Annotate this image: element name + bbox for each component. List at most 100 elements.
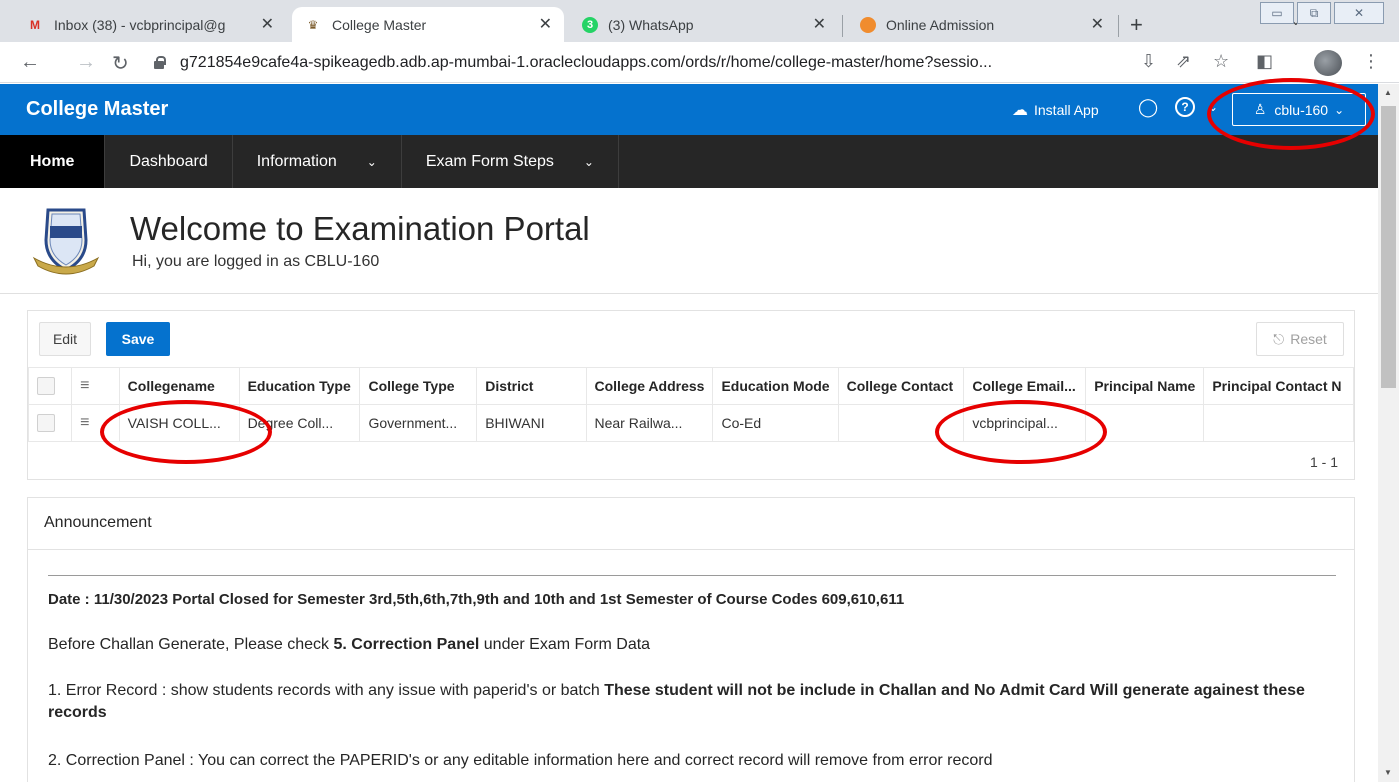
help-chevron-icon[interactable]: ⌄: [1208, 100, 1218, 114]
nav-dashboard-label: Dashboard: [129, 152, 208, 170]
grid-cell[interactable]: Government...: [359, 404, 478, 442]
column-header[interactable]: College Address: [585, 367, 714, 405]
column-header[interactable]: Principal Contact N: [1203, 367, 1354, 405]
close-icon[interactable]: ✕: [1091, 14, 1104, 34]
grid-cell[interactable]: Degree Coll...: [238, 404, 361, 442]
hamburger-icon: ≡: [80, 414, 90, 431]
grid-header-row: ≡ Collegename Education Type College Typ…: [27, 367, 1354, 405]
grid-cell[interactable]: Co-Ed: [712, 404, 839, 442]
college-grid-region: Edit Save ⎋ Reset ≡ Collegename Educatio…: [27, 310, 1355, 480]
chat-feedback-icon[interactable]: ◯: [1138, 97, 1158, 118]
scroll-up-icon[interactable]: ▲: [1384, 88, 1392, 97]
cloud-download-icon: ☁: [1012, 102, 1028, 119]
chevron-down-icon: ⌄: [366, 154, 377, 169]
browser-tab-gmail[interactable]: M Inbox (38) - vcbprincipal@g ✕: [14, 7, 286, 42]
college-data-grid: ≡ Collegename Education Type College Typ…: [27, 367, 1354, 442]
column-header[interactable]: District: [476, 367, 587, 405]
close-icon[interactable]: ✕: [813, 14, 826, 34]
login-subtitle: Hi, you are logged in as CBLU-160: [132, 253, 380, 270]
edit-button[interactable]: Edit: [39, 322, 91, 356]
grid-cell[interactable]: Near Railwa...: [585, 404, 714, 442]
nav-dashboard[interactable]: Dashboard: [105, 135, 233, 188]
back-arrow-icon[interactable]: ←: [20, 51, 40, 74]
row-checkbox[interactable]: [27, 404, 73, 442]
hamburger-icon: ≡: [80, 377, 90, 394]
page-scrollbar[interactable]: ▲ ▼: [1378, 84, 1399, 782]
browser-address-bar: ← → ↻ g721854e9cafe4a-spikeagedb.adb.ap-…: [0, 42, 1399, 83]
column-header[interactable]: College Type: [359, 367, 478, 405]
check-suffix: under Exam Form Data: [479, 636, 651, 653]
nav-home-label: Home: [30, 152, 75, 170]
column-header[interactable]: College Contact: [837, 367, 965, 405]
side-panel-icon[interactable]: ◧: [1256, 51, 1273, 72]
announcement-item-2: 2. Correction Panel : You can correct th…: [48, 752, 993, 769]
close-icon[interactable]: ✕: [539, 14, 552, 34]
nav-information[interactable]: Information ⌄: [233, 135, 402, 188]
select-all-checkbox[interactable]: [27, 367, 73, 405]
install-app-button[interactable]: ☁ Install App: [1012, 100, 1099, 120]
browser-tab-online-admission[interactable]: Online Admission ✕: [848, 7, 1116, 42]
tab-separator: [842, 15, 843, 37]
row-actions-menu[interactable]: ≡: [71, 404, 120, 442]
tab-title: College Master: [332, 16, 427, 33]
kebab-menu-icon[interactable]: ⋮: [1362, 51, 1380, 72]
column-header[interactable]: Collegename: [118, 367, 240, 405]
grid-cell[interactable]: BHIWANI: [476, 404, 587, 442]
user-icon: ♙: [1253, 101, 1267, 117]
column-header[interactable]: Education Mode: [712, 367, 839, 405]
table-row[interactable]: ≡ VAISH COLL... Degree Coll... Governmen…: [27, 404, 1354, 442]
whatsapp-icon: 3: [582, 16, 598, 33]
url-field[interactable]: g721854e9cafe4a-spikeagedb.adb.ap-mumbai…: [152, 48, 1382, 77]
nav-information-label: Information: [256, 152, 337, 170]
user-label: cblu-160: [1274, 101, 1329, 118]
grid-cell[interactable]: [1203, 404, 1354, 442]
browser-tab-whatsapp[interactable]: 3 (3) WhatsApp ✕: [570, 7, 838, 42]
reset-button[interactable]: ⎋ Reset: [1256, 322, 1344, 356]
column-header[interactable]: Education Type: [238, 367, 361, 405]
install-app-label: Install App: [1034, 102, 1099, 118]
column-header[interactable]: Principal Name: [1085, 367, 1205, 405]
tab-title: (3) WhatsApp: [608, 16, 694, 33]
forward-arrow-icon[interactable]: →: [76, 51, 96, 74]
page-title: Welcome to Examination Portal: [130, 210, 590, 247]
nav-exam-form-steps[interactable]: Exam Form Steps ⌄: [402, 135, 619, 188]
college-icon: ♛: [307, 17, 319, 32]
nav-home[interactable]: Home: [0, 135, 106, 188]
close-icon[interactable]: ✕: [261, 14, 274, 34]
gmail-icon: M: [30, 17, 40, 32]
check-bold: 5. Correction Panel: [333, 636, 480, 653]
install-page-icon[interactable]: ⇩: [1141, 51, 1156, 72]
user-menu-button[interactable]: ♙ cblu-160 ⌄: [1232, 93, 1366, 126]
nav-exam-form-steps-label: Exam Form Steps: [425, 152, 554, 170]
save-button[interactable]: Save: [106, 322, 170, 356]
grid-cell[interactable]: VAISH COLL...: [118, 404, 240, 442]
browser-tab-bar: M Inbox (38) - vcbprincipal@g ✕ ♛ Colleg…: [0, 0, 1399, 42]
grid-cell[interactable]: [837, 404, 965, 442]
row-actions-header: ≡: [71, 367, 120, 405]
restore-icon[interactable]: ⧉: [1297, 2, 1331, 24]
browser-tab-college-master[interactable]: ♛ College Master ✕: [292, 7, 564, 42]
new-tab-plus-icon[interactable]: +: [1130, 12, 1143, 38]
cblu-logo: [32, 208, 100, 275]
scroll-down-icon[interactable]: ▼: [1384, 768, 1392, 777]
reset-label: Reset: [1290, 331, 1327, 347]
close-window-icon[interactable]: ✕: [1334, 2, 1384, 24]
chevron-down-icon: ⌄: [583, 154, 594, 169]
share-icon[interactable]: ⇗: [1176, 51, 1191, 72]
reset-icon: ⎋: [1273, 330, 1285, 347]
reload-icon[interactable]: ↻: [112, 51, 129, 76]
welcome-hero: Welcome to Examination Portal Hi, you ar…: [0, 188, 1378, 294]
minimize-icon[interactable]: ▭: [1260, 2, 1294, 24]
help-icon[interactable]: ?: [1175, 97, 1195, 117]
grid-cell[interactable]: [1085, 404, 1205, 442]
bookmark-star-icon[interactable]: ☆: [1213, 51, 1229, 72]
app-title[interactable]: College Master: [26, 98, 168, 121]
announcement-item-1: 1. Error Record : show students records …: [48, 680, 1336, 724]
tab-separator: [1118, 15, 1119, 37]
browser-profile-avatar[interactable]: [1314, 50, 1342, 76]
grid-cell[interactable]: vcbprincipal...: [963, 404, 1087, 442]
url-text: g721854e9cafe4a-spikeagedb.adb.ap-mumbai…: [180, 53, 993, 71]
column-header[interactable]: College Email...: [963, 367, 1087, 405]
scroll-thumb[interactable]: [1381, 106, 1396, 388]
app-header: College Master ☁ Install App ◯ ? ⌄ ♙ cbl…: [0, 84, 1378, 135]
